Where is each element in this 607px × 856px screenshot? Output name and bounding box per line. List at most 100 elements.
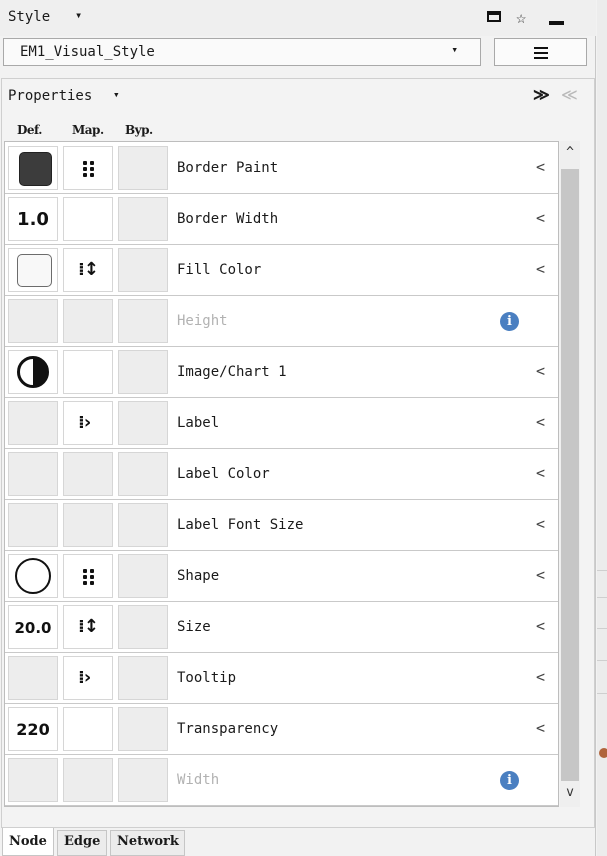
default-value: 1.0 <box>17 209 49 230</box>
mapping-cell[interactable] <box>63 503 113 547</box>
mapping-cell[interactable] <box>63 707 113 751</box>
mapping-cell <box>63 299 113 343</box>
bypass-cell[interactable] <box>118 248 168 292</box>
column-header-def: Def. <box>17 123 42 137</box>
property-name: Size <box>177 619 211 635</box>
bypass-cell <box>118 299 168 343</box>
minimize-icon[interactable] <box>547 8 567 28</box>
mapping-cell <box>63 758 113 802</box>
default-value-cell[interactable] <box>8 554 58 598</box>
property-row-shape[interactable]: Shape < <box>5 551 558 602</box>
tab-edge[interactable]: Edge <box>57 830 107 856</box>
chevron-left-icon[interactable]: < <box>536 617 545 635</box>
default-value-cell[interactable]: 20.0 <box>8 605 58 649</box>
bypass-cell[interactable] <box>118 401 168 445</box>
property-name: Border Paint <box>177 160 279 176</box>
column-header-map: Map. <box>72 123 104 137</box>
mapping-cell[interactable] <box>63 554 113 598</box>
default-value-cell[interactable] <box>8 350 58 394</box>
panel-title-bar <box>0 0 596 36</box>
scrollbar-thumb[interactable] <box>561 169 579 781</box>
property-row-width[interactable]: Width i <box>5 755 558 806</box>
tab-network[interactable]: Network <box>110 830 185 856</box>
continuous-mapping-icon: ⁞↕ <box>78 616 99 637</box>
chevron-left-icon[interactable]: < <box>536 260 545 278</box>
property-row-border-paint[interactable]: Border Paint < <box>5 143 558 194</box>
discrete-mapping-icon <box>83 569 97 585</box>
mapping-cell[interactable] <box>63 197 113 241</box>
property-name: Tooltip <box>177 670 237 686</box>
passthrough-mapping-icon: ⁞› <box>78 667 91 688</box>
chevron-left-icon[interactable]: < <box>536 668 545 686</box>
collapse-all-icon[interactable]: ≪ <box>561 85 578 104</box>
bypass-cell[interactable] <box>118 146 168 190</box>
properties-caret-icon[interactable]: ▾ <box>113 88 120 101</box>
default-value-cell[interactable] <box>8 248 58 292</box>
bypass-cell[interactable] <box>118 554 168 598</box>
property-name: Label <box>177 415 220 431</box>
bypass-cell[interactable] <box>118 656 168 700</box>
mapping-cell[interactable]: ⁞↕ <box>63 605 113 649</box>
property-row-fill-color[interactable]: ⁞↕ Fill Color < <box>5 245 558 296</box>
default-value: 20.0 <box>14 619 52 637</box>
bypass-cell[interactable] <box>118 503 168 547</box>
property-row-tooltip[interactable]: ⁞› Tooltip < <box>5 653 558 704</box>
property-row-label-font-size[interactable]: Label Font Size < <box>5 500 558 551</box>
chevron-left-icon[interactable]: < <box>536 209 545 227</box>
info-icon[interactable]: i <box>500 771 519 790</box>
bypass-cell[interactable] <box>118 452 168 496</box>
maximize-icon[interactable] <box>485 8 505 28</box>
expand-all-icon[interactable]: ≫ <box>533 85 550 104</box>
mapping-cell[interactable]: ⁞› <box>63 656 113 700</box>
chevron-left-icon[interactable]: < <box>536 362 545 380</box>
default-value-cell[interactable] <box>8 401 58 445</box>
chevron-left-icon[interactable]: < <box>536 158 545 176</box>
default-value-cell[interactable] <box>8 503 58 547</box>
property-row-image-chart-1[interactable]: Image/Chart 1 < <box>5 347 558 398</box>
mapping-cell[interactable] <box>63 452 113 496</box>
default-value-cell[interactable] <box>8 656 58 700</box>
info-icon[interactable]: i <box>500 312 519 331</box>
mapping-cell[interactable]: ⁞↕ <box>63 248 113 292</box>
bypass-cell[interactable] <box>118 197 168 241</box>
scroll-up-icon[interactable]: ^ <box>560 145 580 160</box>
chevron-left-icon[interactable]: < <box>536 464 545 482</box>
property-name: Label Color <box>177 466 270 482</box>
chevron-left-icon[interactable]: < <box>536 515 545 533</box>
property-row-transparency[interactable]: 220 Transparency < <box>5 704 558 755</box>
bypass-cell[interactable] <box>118 350 168 394</box>
mapping-cell[interactable] <box>63 146 113 190</box>
property-row-size[interactable]: 20.0 ⁞↕ Size < <box>5 602 558 653</box>
visual-style-select[interactable]: EM1_Visual_Style ▾ <box>3 38 481 66</box>
property-name: Border Width <box>177 211 279 227</box>
chevron-left-icon[interactable]: < <box>536 719 545 737</box>
default-value-cell[interactable] <box>8 146 58 190</box>
default-value-cell[interactable]: 220 <box>8 707 58 751</box>
default-value-cell[interactable] <box>8 452 58 496</box>
properties-scrollbar[interactable]: ^ v <box>560 141 580 807</box>
chevron-left-icon[interactable]: < <box>536 566 545 584</box>
property-name: Transparency <box>177 721 279 737</box>
property-name: Image/Chart 1 <box>177 364 287 380</box>
light-color-swatch <box>17 254 52 287</box>
bypass-cell[interactable] <box>118 605 168 649</box>
chevron-left-icon[interactable]: < <box>536 413 545 431</box>
mapping-cell[interactable]: ⁞› <box>63 401 113 445</box>
tab-node[interactable]: Node <box>2 828 54 856</box>
chevron-down-icon: ▾ <box>451 43 458 56</box>
style-options-menu-button[interactable] <box>494 38 587 66</box>
panel-title[interactable]: Style <box>8 9 50 25</box>
properties-menu[interactable]: Properties <box>8 88 92 104</box>
dark-color-swatch <box>19 152 52 186</box>
title-menu-caret-icon[interactable]: ▾ <box>75 8 82 22</box>
mapping-cell[interactable] <box>63 350 113 394</box>
scroll-down-icon[interactable]: v <box>560 785 580 800</box>
default-value-cell[interactable]: 1.0 <box>8 197 58 241</box>
property-row-label[interactable]: ⁞› Label < <box>5 398 558 449</box>
property-name: Height <box>177 313 228 329</box>
property-row-border-width[interactable]: 1.0 Border Width < <box>5 194 558 245</box>
pin-icon[interactable]: ☆ <box>516 8 536 28</box>
property-row-label-color[interactable]: Label Color < <box>5 449 558 500</box>
bypass-cell[interactable] <box>118 707 168 751</box>
property-row-height[interactable]: Height i <box>5 296 558 347</box>
